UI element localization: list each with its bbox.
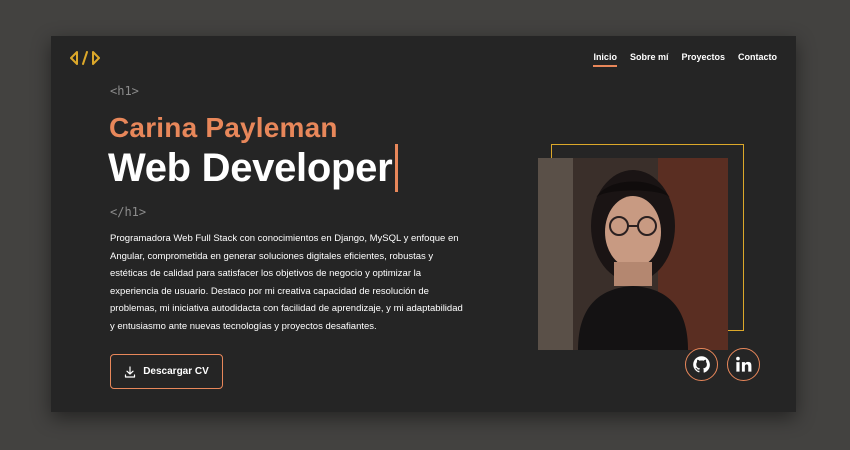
nav-item-contacto[interactable]: Contacto: [738, 52, 777, 67]
h1-open-tag: <h1>: [110, 84, 139, 98]
download-cv-label: Descargar CV: [143, 366, 209, 377]
hero-role-wrapper: Web Developer: [108, 144, 399, 192]
portfolio-window: Inicio Sobre mí Proyectos Contacto <h1> …: [51, 36, 796, 412]
profile-photo: [538, 158, 728, 350]
nav-item-proyectos[interactable]: Proyectos: [681, 52, 725, 67]
download-cv-button[interactable]: Descargar CV: [110, 354, 223, 389]
github-link[interactable]: [685, 348, 718, 381]
hero-role: Web Developer: [108, 145, 393, 190]
nav-item-inicio[interactable]: Inicio: [593, 52, 617, 67]
typing-cursor: [395, 144, 399, 192]
hero-description: Programadora Web Full Stack con conocimi…: [110, 233, 463, 332]
linkedin-link[interactable]: [727, 348, 760, 381]
download-icon: [125, 365, 136, 378]
linkedin-icon: [736, 356, 752, 372]
github-icon: [693, 356, 710, 373]
hero-name: Carina Payleman: [109, 112, 338, 143]
nav-item-sobre-mi[interactable]: Sobre mí: [630, 52, 669, 67]
code-logo-icon[interactable]: [70, 50, 100, 66]
main-nav: Inicio Sobre mí Proyectos Contacto: [593, 52, 777, 67]
h1-close-tag: </h1>: [110, 205, 147, 219]
